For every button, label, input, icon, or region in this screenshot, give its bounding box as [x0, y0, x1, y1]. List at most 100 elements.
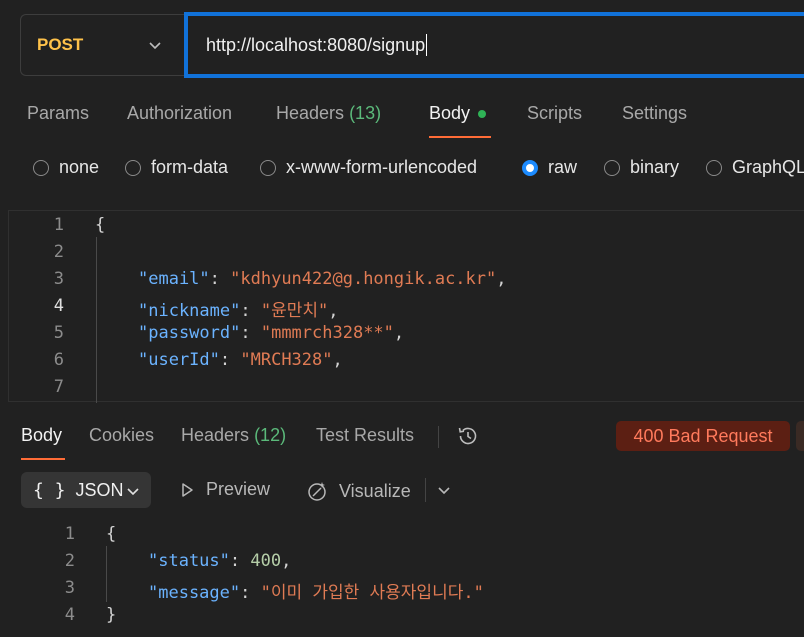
open-brace: {	[95, 215, 106, 235]
radio-icon	[604, 159, 620, 176]
json-value: "윤만치"	[260, 301, 329, 321]
json-line-password: "password": "mmmrch328**",	[138, 323, 404, 343]
json-key: "userId"	[138, 350, 220, 370]
line-number: 2	[64, 551, 75, 571]
tab-label: Body	[429, 103, 471, 123]
radio-label: form-data	[151, 157, 229, 177]
visualize-icon	[308, 482, 326, 501]
json-key: "email"	[138, 269, 210, 289]
json-line-nickname: "nickname": "윤만치",	[138, 296, 338, 321]
headers-count: (13)	[349, 103, 382, 123]
divider	[438, 426, 439, 448]
json-comma: ,	[328, 301, 339, 321]
line-number: 3	[64, 578, 75, 598]
tab-label: Headers	[181, 425, 250, 445]
tab-label: Body	[21, 425, 63, 445]
json-sep: :	[240, 301, 261, 321]
tab-label: Scripts	[527, 103, 583, 123]
json-value: "mmmrch328**"	[260, 323, 394, 343]
line-number: 4	[53, 296, 64, 316]
status-badge-more	[796, 421, 804, 451]
resp-tab-headers[interactable]: Headers (12)	[181, 425, 286, 446]
radio-graphql[interactable]: GraphQL	[706, 157, 804, 178]
tab-label: Params	[27, 103, 90, 123]
line-number: 5	[53, 323, 64, 343]
json-braces-icon: { }	[33, 479, 66, 501]
radio-form-data[interactable]: form-data	[125, 157, 228, 178]
status-badge: 400 Bad Request	[616, 421, 790, 451]
indent-guide	[106, 546, 107, 602]
resp-tab-body[interactable]: Body	[21, 425, 62, 446]
json-value: 400	[250, 551, 282, 571]
json-sep: :	[209, 269, 231, 289]
headers-count: (12)	[254, 425, 287, 445]
chevron-down-icon[interactable]	[436, 482, 452, 498]
tab-label: Settings	[622, 103, 688, 123]
line-number: 2	[53, 242, 64, 262]
tab-params[interactable]: Params	[27, 103, 89, 124]
radio-icon	[260, 159, 276, 176]
visualize-button[interactable]: Visualize	[305, 479, 411, 503]
tab-headers[interactable]: Headers (13)	[276, 103, 381, 124]
json-line-email: "email": "kdhyun422@g.hongik.ac.kr",	[138, 269, 507, 289]
radio-binary[interactable]: binary	[604, 157, 679, 178]
url-input[interactable]: http://localhost:8080/signup	[184, 12, 804, 78]
radio-label: x-www-form-urlencoded	[286, 157, 478, 177]
json-comma: ,	[393, 323, 405, 343]
json-key: "status"	[148, 551, 230, 571]
line-number: 6	[53, 350, 64, 370]
radio-label: raw	[548, 157, 578, 177]
radio-label: none	[59, 157, 100, 177]
json-value: "MRCH328"	[240, 350, 333, 370]
json-sep: :	[240, 583, 261, 603]
method-label: POST	[37, 35, 84, 54]
resp-tab-test-results[interactable]: Test Results	[316, 425, 414, 446]
text-cursor	[426, 34, 428, 56]
json-sep: :	[240, 323, 261, 343]
tab-scripts[interactable]: Scripts	[527, 103, 582, 124]
close-brace: }	[106, 605, 117, 625]
json-key: "nickname"	[138, 301, 241, 321]
tab-label: Cookies	[89, 425, 155, 445]
resp-tab-cookies[interactable]: Cookies	[89, 425, 154, 446]
indent-guide	[96, 237, 97, 403]
radio-icon	[706, 159, 722, 176]
line-number: 4	[64, 605, 75, 625]
json-comma: ,	[281, 551, 292, 571]
preview-button[interactable]: Preview	[178, 479, 270, 500]
line-number: 1	[64, 524, 75, 544]
json-key: "password"	[138, 323, 241, 343]
json-value: "이미 가입한 사용자입니다."	[260, 583, 484, 603]
json-value: "kdhyun422@g.hongik.ac.kr"	[230, 269, 497, 289]
chevron-down-icon	[149, 42, 161, 50]
tab-authorization[interactable]: Authorization	[127, 103, 232, 124]
json-comma: ,	[332, 350, 343, 370]
radio-none[interactable]: none	[33, 157, 99, 178]
json-line-userid: "userId": "MRCH328",	[138, 350, 343, 370]
tab-body[interactable]: Body	[429, 103, 487, 124]
json-sep: :	[229, 551, 251, 571]
radio-urlencoded[interactable]: x-www-form-urlencoded	[260, 157, 477, 178]
preview-label: Preview	[206, 479, 271, 499]
visualize-label: Visualize	[339, 480, 411, 501]
format-select[interactable]: { } JSON	[21, 472, 151, 508]
json-sep: :	[219, 350, 241, 370]
request-body-editor[interactable]: 1 2 3 4 5 6 7 { "email": "kdhyun422@g.ho…	[8, 210, 804, 403]
json-line-status: "status": 400,	[148, 551, 291, 571]
radio-icon	[125, 159, 141, 176]
line-number: 7	[53, 377, 64, 397]
radio-raw[interactable]: raw	[522, 157, 577, 178]
history-icon[interactable]	[456, 424, 480, 448]
radio-icon	[33, 159, 49, 176]
chevron-down-icon	[127, 488, 139, 496]
json-line-message: "message": "이미 가입한 사용자입니다."	[148, 578, 484, 603]
radio-selected-icon	[522, 159, 538, 176]
line-number: 3	[53, 269, 64, 289]
resp-active-tab-underline	[21, 458, 65, 460]
radio-label: binary	[630, 157, 680, 177]
tab-settings[interactable]: Settings	[622, 103, 687, 124]
open-brace: {	[106, 524, 117, 544]
tab-label: Test Results	[316, 425, 415, 445]
radio-label: GraphQL	[732, 157, 804, 177]
method-select[interactable]: POST	[20, 14, 184, 76]
